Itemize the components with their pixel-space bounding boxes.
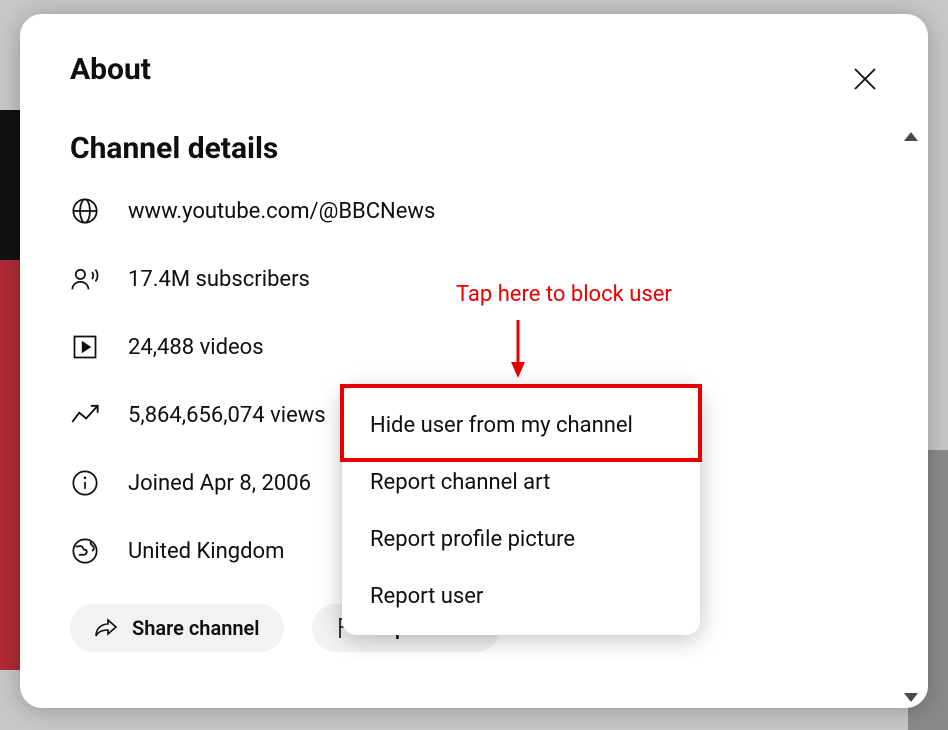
popup-item-report-art[interactable]: Report channel art — [342, 454, 700, 511]
popup-item-report-user[interactable]: Report user — [342, 568, 700, 625]
subscribers-icon — [70, 264, 100, 294]
share-button-label: Share channel — [132, 616, 260, 640]
video-icon — [70, 332, 100, 362]
annotation-text: Tap here to block user — [456, 282, 672, 307]
detail-row-url[interactable]: www.youtube.com/@BBCNews — [70, 196, 878, 226]
background-strip-left — [0, 110, 22, 670]
scroll-up-icon[interactable] — [904, 132, 918, 141]
about-dialog: About Channel details www.youtube.com/@B… — [20, 14, 928, 708]
popup-item-report-picture[interactable]: Report profile picture — [342, 511, 700, 568]
trending-icon — [70, 400, 100, 430]
detail-subscribers-text: 17.4M subscribers — [128, 267, 310, 292]
detail-country-text: United Kingdom — [128, 539, 284, 564]
earth-icon — [70, 536, 100, 566]
popup-item-hide-user[interactable]: Hide user from my channel — [342, 397, 700, 454]
dialog-title: About — [70, 52, 878, 87]
close-button[interactable] — [844, 58, 886, 100]
report-popup-menu: Hide user from my channel Report channel… — [342, 387, 700, 635]
section-title: Channel details — [70, 131, 878, 166]
share-channel-button[interactable]: Share channel — [70, 604, 284, 652]
close-icon — [850, 64, 880, 94]
annotation-arrow-icon — [508, 316, 528, 380]
globe-icon — [70, 196, 100, 226]
detail-row-videos: 24,488 videos — [70, 332, 878, 362]
scroll-down-icon[interactable] — [904, 693, 918, 702]
detail-videos-text: 24,488 videos — [128, 335, 264, 360]
detail-url-text: www.youtube.com/@BBCNews — [128, 199, 435, 224]
share-icon — [94, 617, 118, 639]
info-icon — [70, 468, 100, 498]
detail-joined-text: Joined Apr 8, 2006 — [128, 471, 311, 496]
detail-views-text: 5,864,656,074 views — [128, 403, 326, 428]
